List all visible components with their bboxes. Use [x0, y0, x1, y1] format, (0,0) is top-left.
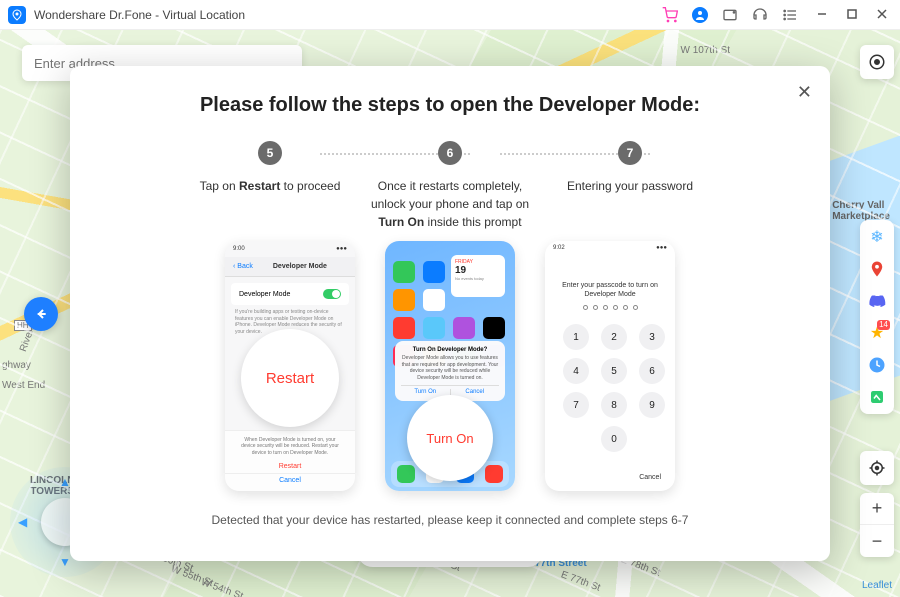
back-button[interactable] [24, 297, 58, 331]
minimize-button[interactable] [816, 7, 832, 23]
steps-row: 5 Tap on Restart to proceed 6 Once it re… [110, 141, 790, 231]
modal-title: Please follow the steps to open the Deve… [110, 94, 790, 117]
passcode-pad: 1 2 3 4 5 6 7 8 9 0 [545, 310, 675, 452]
arrow-left-icon [33, 306, 49, 322]
restart-bubble: Restart [241, 329, 339, 427]
phone-mock-turnon: FRIDAY19No events today Turn On Develope… [385, 241, 515, 491]
modal-close-button[interactable]: ✕ [797, 82, 812, 103]
turnon-bubble: Turn On [407, 395, 493, 481]
step-number-7: 7 [618, 141, 642, 165]
step-number-6: 6 [438, 141, 462, 165]
cart-icon[interactable] [662, 7, 678, 23]
modal-footer: Detected that your device has restarted,… [110, 513, 790, 527]
modal-backdrop: ✕ Please follow the steps to open the De… [0, 30, 900, 597]
menu-icon[interactable] [782, 7, 798, 23]
support-icon[interactable] [752, 7, 768, 23]
step-desc-6: Once it restarts completely, unlock your… [360, 177, 540, 231]
titlebar: Wondershare Dr.Fone - Virtual Location [0, 0, 900, 30]
screenshot-icon[interactable] [722, 7, 738, 23]
phone-mock-passcode: 9:02●●● Enter your passcode to turn onDe… [545, 241, 675, 491]
step-desc-7: Entering your password [561, 177, 699, 227]
maximize-button[interactable] [846, 7, 862, 23]
phone-mock-restart: 9:00●●● ‹ BackDeveloper Mode Developer M… [225, 241, 355, 491]
app-title: Wondershare Dr.Fone - Virtual Location [34, 8, 245, 22]
developer-mode-modal: ✕ Please follow the steps to open the De… [70, 66, 830, 561]
step-number-5: 5 [258, 141, 282, 165]
step-desc-5: Tap on Restart to proceed [194, 177, 347, 227]
app-logo-icon [8, 6, 26, 24]
close-button[interactable] [876, 7, 892, 23]
account-icon[interactable] [692, 7, 708, 23]
